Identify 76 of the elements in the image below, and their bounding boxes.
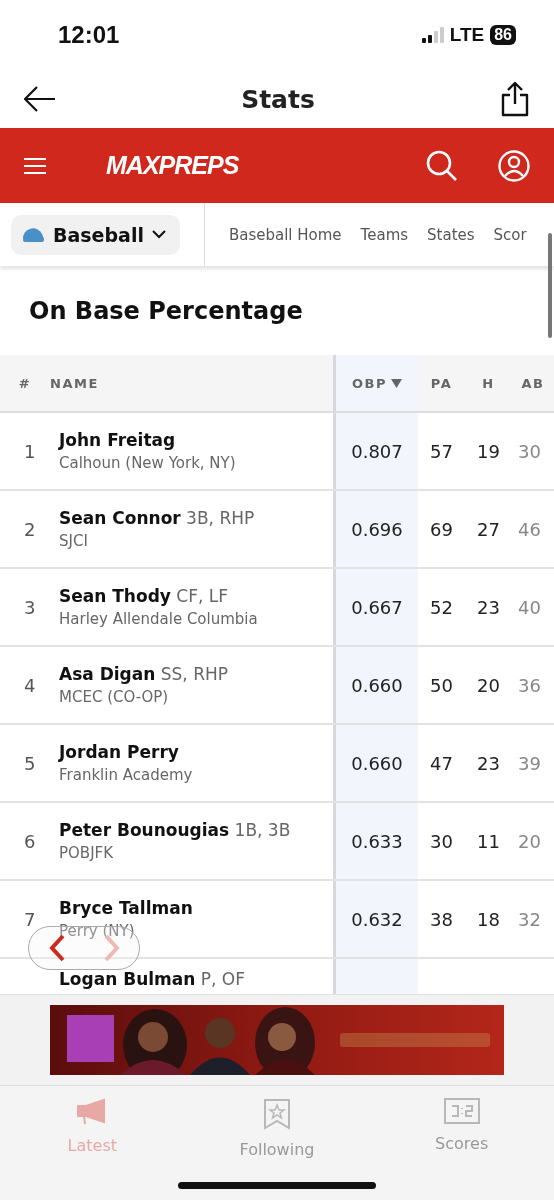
back-arrow-icon[interactable] xyxy=(24,86,56,112)
ab-value: 30 xyxy=(518,440,541,462)
obp-cell: 0.660 xyxy=(333,647,418,723)
search-icon[interactable] xyxy=(426,149,458,182)
column-header[interactable]: AB xyxy=(512,355,554,413)
pa-value: 47 xyxy=(430,752,453,774)
h-value: 20 xyxy=(477,674,500,696)
ab-value: 36 xyxy=(518,674,541,696)
h-value: 11 xyxy=(477,830,500,852)
ab-value: 32 xyxy=(518,908,541,930)
nav-link[interactable]: Scor xyxy=(493,225,527,244)
obp-cell: 0.633 xyxy=(333,803,418,879)
obp-cell: 0.632 xyxy=(333,881,418,957)
nav-link[interactable]: Baseball Home xyxy=(228,225,342,244)
nav-link[interactable]: Teams xyxy=(360,225,409,244)
school-name: Calhoun (New York, NY) xyxy=(59,454,236,472)
column-header[interactable]: # xyxy=(0,355,50,413)
account-icon[interactable] xyxy=(498,149,530,182)
ab-value: 20 xyxy=(518,830,541,852)
scoreboard-icon xyxy=(443,1098,480,1124)
rank-number: 6 xyxy=(24,830,36,852)
bookmark-star-icon xyxy=(263,1098,291,1130)
h-value: 27 xyxy=(477,518,500,540)
player-name[interactable]: Asa Digan SS, RHP xyxy=(59,664,228,684)
rank-number: 3 xyxy=(24,596,36,618)
pa-value: 52 xyxy=(430,596,453,618)
column-header[interactable]: NAME xyxy=(50,355,333,413)
clock-time: 12:01 xyxy=(58,21,120,49)
rank-number: 7 xyxy=(24,908,36,930)
sort-descending-icon xyxy=(391,378,402,388)
pa-value: 69 xyxy=(430,518,453,540)
pa-value: 38 xyxy=(430,908,453,930)
ab-value: 40 xyxy=(518,596,541,618)
school-name: SJCI xyxy=(59,532,88,550)
h-value: 18 xyxy=(477,908,500,930)
school-name: Franklin Academy xyxy=(59,766,193,784)
brand-logo[interactable]: MAXPREPS xyxy=(106,151,239,180)
column-header[interactable]: OBP xyxy=(333,355,418,413)
player-name[interactable]: Logan Bulman P, OF xyxy=(59,969,245,989)
ab-value: 39 xyxy=(518,752,541,774)
column-header[interactable]: H xyxy=(465,355,512,413)
share-icon[interactable] xyxy=(500,81,530,117)
battery-level: 86 xyxy=(490,25,516,45)
school-name: Harley Allendale Columbia xyxy=(59,610,258,628)
network-type: LTE xyxy=(449,24,485,46)
player-name[interactable]: Peter Bounougias 1B, 3B xyxy=(59,820,291,840)
h-value: 23 xyxy=(477,596,500,618)
sport-selector[interactable]: Baseball xyxy=(11,214,180,255)
obp-cell: 0.667 xyxy=(333,569,418,645)
page-title: Stats xyxy=(241,84,315,114)
ab-value: 46 xyxy=(518,518,541,540)
rank-number: 4 xyxy=(24,674,36,696)
section-title: On Base Percentage xyxy=(29,296,303,325)
pa-value: 57 xyxy=(430,440,453,462)
obp-cell: 0.696 xyxy=(333,491,418,567)
h-value: 23 xyxy=(477,752,500,774)
player-name[interactable]: Sean Connor 3B, RHP xyxy=(59,508,255,528)
player-name[interactable]: John Freitag xyxy=(59,430,176,450)
obp-cell: 0.660 xyxy=(333,725,418,801)
player-name[interactable]: Sean Thody CF, LF xyxy=(59,586,229,606)
player-name[interactable]: Bryce Tallman xyxy=(59,898,193,918)
nav-link[interactable]: States xyxy=(427,225,475,244)
pa-value: 30 xyxy=(430,830,453,852)
school-name: POBJFK xyxy=(59,844,114,862)
obp-cell: 0.807 xyxy=(333,413,418,489)
pa-value: 50 xyxy=(430,674,453,696)
school-name: MCEC (CO-OP) xyxy=(59,688,169,706)
menu-icon[interactable] xyxy=(24,156,46,175)
column-header[interactable]: PA xyxy=(418,355,465,413)
rank-number: 2 xyxy=(24,518,36,540)
signal-icon xyxy=(421,27,444,43)
rank-number: 5 xyxy=(24,752,36,774)
rank-number: 1 xyxy=(24,440,36,462)
player-name[interactable]: Jordan Perry xyxy=(59,742,179,762)
h-value: 19 xyxy=(477,440,500,462)
chevron-down-icon xyxy=(151,230,166,239)
